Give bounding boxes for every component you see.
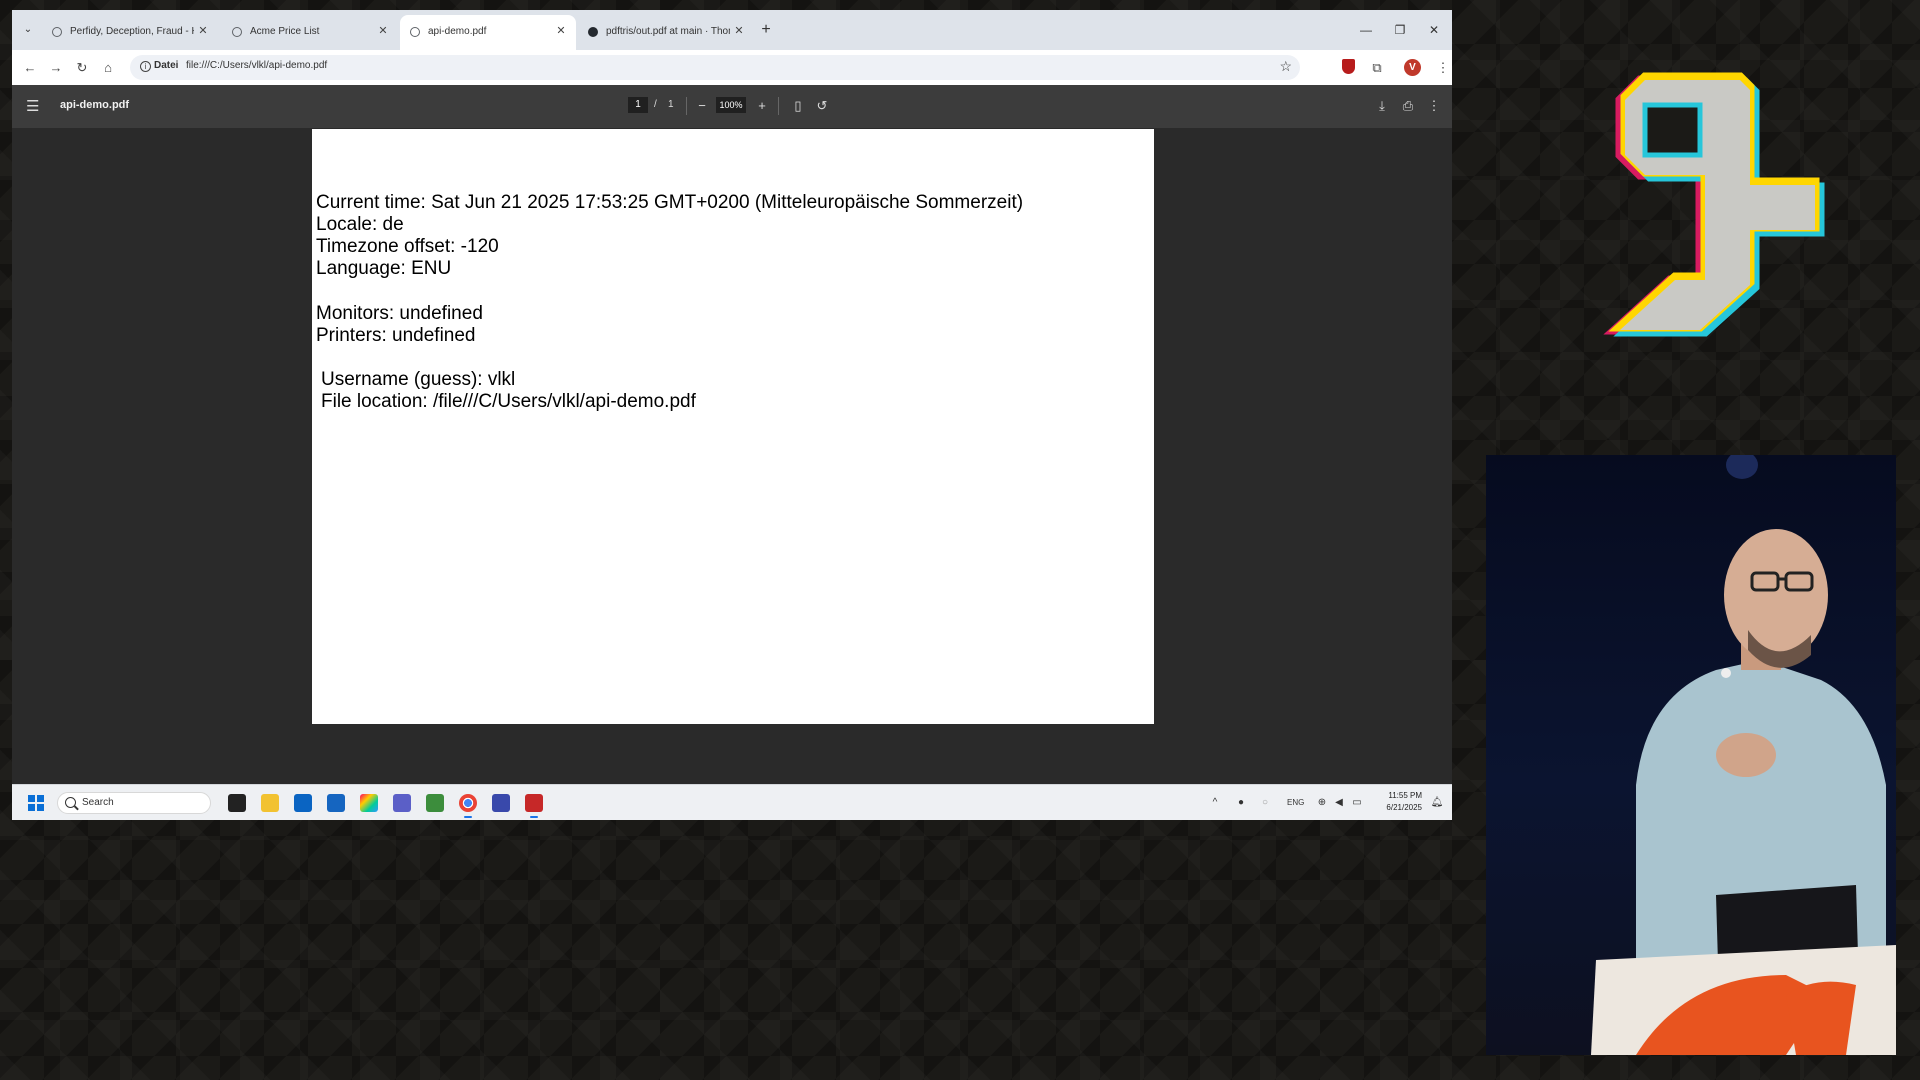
tab-perfidy[interactable]: Perfidy, Deception, Fraud - How ✕ [42, 15, 218, 50]
pdf-text-line: Current time: Sat Jun 21 2025 17:53:25 G… [316, 192, 1024, 213]
address-bar-row: ← → ↻ ⌂ i Datei file:///C:/Users/vlkl/ap… [12, 50, 1452, 86]
copilot-icon[interactable] [360, 794, 378, 812]
close-tab-icon[interactable]: ✕ [554, 24, 568, 38]
close-tab-icon[interactable]: ✕ [732, 24, 746, 38]
pdf-toolbar: ☰ api-demo.pdf 1 / 1 − 100% + ▯ ↺ ⤓ ⎙ ⋮ [12, 85, 1452, 128]
tab-pdftris[interactable]: pdftris/out.pdf at main · Thoma ✕ [578, 15, 754, 50]
bookmark-star-icon[interactable]: ☆ [1279, 58, 1292, 75]
acrobat-icon[interactable] [525, 794, 543, 818]
github-icon [588, 27, 598, 37]
language-indicator[interactable]: ENG [1287, 798, 1304, 807]
rotate-icon[interactable]: ↺ [812, 96, 832, 116]
tab-bar: ⌄ Perfidy, Deception, Fraud - How ✕ Acme… [12, 10, 1452, 50]
browser-menu-icon[interactable]: ⋮ [1436, 58, 1450, 78]
windows-start-icon[interactable] [28, 795, 44, 811]
tray-app-icon[interactable]: ○ [1258, 796, 1272, 810]
pdf-text-line: Locale: de [316, 214, 404, 235]
remote-app-icon[interactable] [492, 794, 510, 812]
info-icon[interactable]: i [140, 61, 151, 72]
toolbar-divider [778, 97, 779, 115]
close-tab-icon[interactable]: ✕ [376, 24, 390, 38]
tab-title: pdftris/out.pdf at main · Thoma [606, 26, 730, 37]
extensions-puzzle-icon[interactable]: ⧉ [1367, 58, 1387, 78]
search-placeholder: Search [82, 797, 114, 808]
zoom-in-icon[interactable]: + [752, 96, 772, 116]
task-view-icon[interactable] [228, 794, 246, 812]
pdf-text-line: Username (guess): vlkl [321, 369, 516, 390]
notepad-icon[interactable] [426, 794, 444, 812]
sidebar-menu-icon[interactable]: ☰ [26, 97, 39, 115]
photos-icon[interactable] [327, 794, 345, 812]
tray-app-icon[interactable]: ● [1234, 796, 1248, 810]
taskbar: Search ^ ● ○ ENG ⊕ ◀ ▭ 11:55 PM 6/21/202… [12, 784, 1452, 820]
clock[interactable]: 11:55 PM 6/21/2025 [1376, 790, 1422, 814]
back-arrow-icon[interactable]: ← [20, 58, 40, 78]
restore-icon[interactable]: ❐ [1390, 20, 1410, 40]
pdf-text-line: Language: ENU [316, 258, 452, 279]
home-icon[interactable]: ⌂ [98, 58, 118, 78]
tab-title: api-demo.pdf [428, 26, 487, 37]
taskbar-search[interactable]: Search [57, 792, 211, 814]
pdf-text-line: File location: /file///C/Users/vlkl/api-… [321, 391, 696, 412]
pdf-filename: api-demo.pdf [60, 99, 130, 111]
url-text[interactable]: file:///C:/Users/vlkl/api-demo.pdf [186, 60, 327, 71]
tab-title: Perfidy, Deception, Fraud - How [70, 26, 194, 37]
site-chip[interactable]: Datei [154, 60, 178, 71]
speaker-video [1591, 455, 1896, 1055]
page-number-input[interactable]: 1 [628, 97, 648, 113]
profile-avatar[interactable]: V [1404, 59, 1421, 76]
chrome-icon[interactable] [459, 794, 477, 818]
clock-time: 11:55 PM [1388, 791, 1422, 800]
globe-icon [232, 27, 242, 37]
teams-icon[interactable] [393, 794, 411, 812]
close-tab-icon[interactable]: ✕ [196, 24, 210, 38]
desktop-screen: ⌄ Perfidy, Deception, Fraud - How ✕ Acme… [12, 10, 1452, 820]
pdf-more-options-icon[interactable]: ⋮ [1424, 96, 1444, 116]
globe-icon [410, 27, 420, 37]
pdf-page: Current time: Sat Jun 21 2025 17:53:25 G… [312, 129, 1154, 724]
minimize-icon[interactable]: — [1356, 20, 1376, 40]
volume-icon[interactable]: ◀ [1332, 796, 1346, 810]
toolbar-divider [686, 97, 687, 115]
conference-logo [1603, 72, 1825, 337]
search-icon [65, 797, 76, 808]
pdf-text-line: Timezone offset: -120 [316, 236, 499, 257]
page-total: 1 [668, 99, 674, 110]
print-icon[interactable]: ⎙ [1398, 96, 1418, 116]
tab-api-demo[interactable]: api-demo.pdf ✕ [400, 15, 576, 50]
forward-arrow-icon[interactable]: → [46, 58, 66, 78]
fit-page-icon[interactable]: ▯ [788, 96, 808, 116]
pdf-text-line: Printers: undefined [316, 325, 476, 346]
page-separator: / [654, 99, 657, 110]
notification-bell-icon[interactable]: 🔔︎ [1430, 796, 1444, 810]
globe-icon [52, 27, 62, 37]
close-window-icon[interactable]: ✕ [1424, 20, 1444, 40]
battery-icon[interactable]: ▭ [1350, 796, 1364, 810]
new-tab-button[interactable]: + [756, 20, 776, 40]
file-explorer-icon[interactable] [261, 794, 279, 812]
tab-acme-price-list[interactable]: Acme Price List ✕ [222, 15, 398, 50]
tab-search-chevron-icon[interactable]: ⌄ [18, 20, 38, 40]
zoom-out-icon[interactable]: − [692, 96, 712, 116]
download-icon[interactable]: ⤓ [1372, 96, 1392, 116]
zoom-level-input[interactable]: 100% [716, 97, 746, 113]
show-hidden-icons-chevron-icon[interactable]: ^ [1208, 796, 1222, 810]
clock-date: 6/21/2025 [1386, 803, 1422, 812]
reload-icon[interactable]: ↻ [72, 58, 92, 78]
pdf-text-line: Monitors: undefined [316, 303, 483, 324]
tab-title: Acme Price List [250, 26, 320, 37]
network-globe-icon[interactable]: ⊕ [1315, 796, 1329, 810]
pdf-viewport[interactable]: Current time: Sat Jun 21 2025 17:53:25 G… [12, 128, 1452, 793]
omnibox[interactable]: i Datei file:///C:/Users/vlkl/api-demo.p… [130, 55, 1300, 80]
outlook-icon[interactable] [294, 794, 312, 812]
ublock-shield-icon[interactable] [1342, 59, 1355, 74]
